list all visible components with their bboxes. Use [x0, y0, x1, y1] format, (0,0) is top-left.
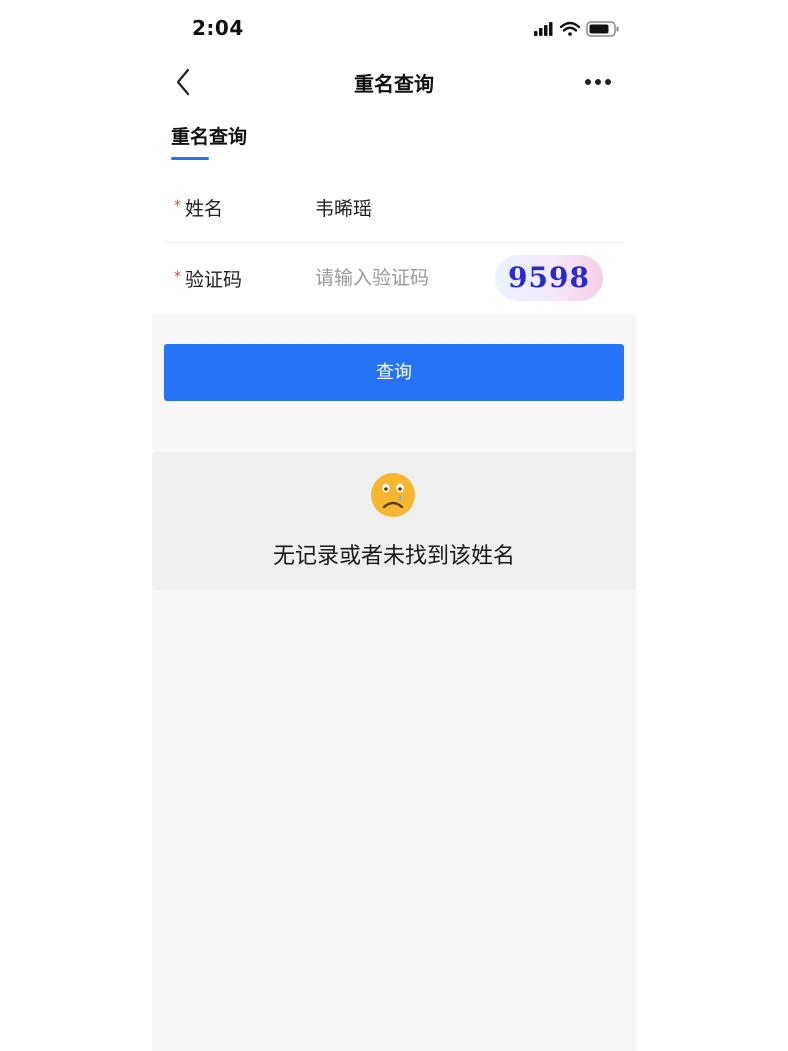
- sad-face-icon: [371, 473, 415, 517]
- tab-active-indicator: [171, 157, 209, 160]
- captcha-image[interactable]: 9598: [495, 255, 603, 301]
- result-card: 无记录或者未找到该姓名: [152, 452, 636, 590]
- captcha-input[interactable]: [315, 261, 485, 295]
- required-mark: *: [174, 198, 181, 214]
- name-label: 姓名: [185, 198, 224, 220]
- battery-icon: [586, 21, 619, 37]
- name-row: * 姓名 韦晞瑶: [164, 172, 624, 243]
- tab-duplicate-name-query[interactable]: 重名查询: [171, 122, 247, 149]
- result-message: 无记录或者未找到该姓名: [272, 544, 515, 569]
- captcha-image-text: 9598: [508, 261, 590, 294]
- query-button[interactable]: 查询: [164, 344, 624, 401]
- status-icons: [532, 20, 622, 38]
- captcha-label: 验证码: [185, 269, 243, 291]
- status-time: 2:04: [192, 16, 244, 40]
- more-horizontal-icon: [585, 79, 611, 85]
- status-icons-svg: [534, 21, 619, 37]
- page-title: 重名查询: [354, 72, 434, 96]
- required-mark: *: [174, 269, 181, 285]
- more-button[interactable]: [580, 70, 616, 94]
- captcha-row: * 验证码 9598: [164, 243, 624, 313]
- wifi-icon: [559, 21, 581, 36]
- name-field[interactable]: 韦晞瑶: [315, 194, 372, 221]
- phone-screen: 2:04 重名查询 重名查询 * 姓名 韦晞瑶 * 验证码 请输入验证码 959…: [152, 0, 636, 1051]
- signal-icon: [534, 22, 553, 36]
